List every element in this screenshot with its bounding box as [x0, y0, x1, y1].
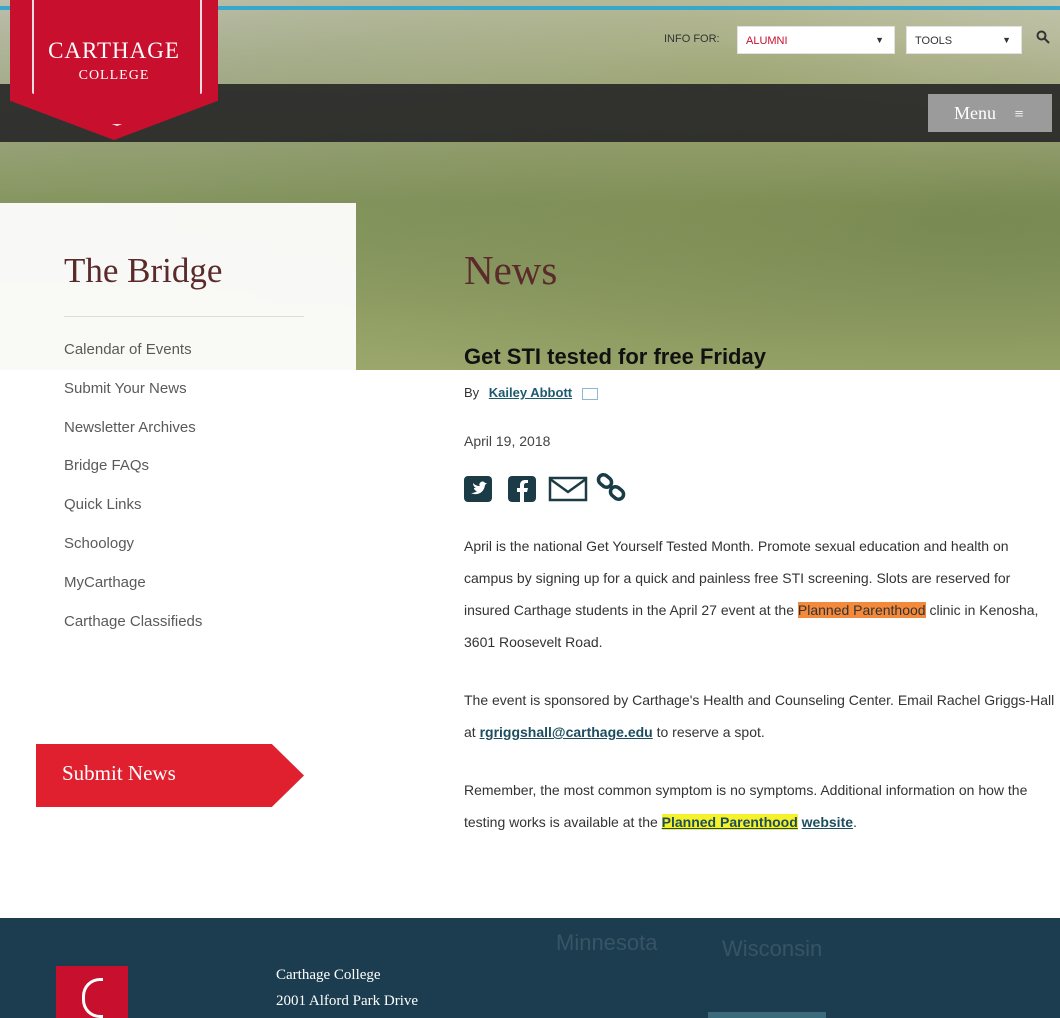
by-label: By — [464, 385, 480, 400]
paragraph-text: to reserve a spot. — [652, 724, 765, 740]
author-link[interactable]: Kailey Abbott — [489, 385, 572, 400]
caret-down-icon: ▼ — [875, 35, 884, 45]
highlighted-text: Planned Parenthood — [797, 602, 926, 618]
footer-address: Carthage College 2001 Alford Park Drive — [276, 962, 418, 1014]
email-link[interactable]: rgriggshall@carthage.edu — [480, 724, 653, 740]
footer-logo[interactable] — [56, 966, 128, 1018]
twitter-icon[interactable] — [462, 472, 496, 506]
audience-select-value: ALUMNI — [746, 35, 788, 47]
submit-news-button[interactable]: Submit News — [36, 744, 304, 807]
sidebar-nav: Calendar of Events Submit Your News News… — [64, 339, 202, 649]
footer: Minnesota Wisconsin Carthage College 200… — [0, 918, 1060, 1018]
info-for-label: INFO FOR: — [664, 33, 720, 45]
map-label-minnesota: Minnesota — [556, 930, 658, 955]
sidebar-title: The Bridge — [64, 251, 223, 290]
search-icon[interactable] — [1036, 30, 1050, 49]
sidebar-divider — [64, 316, 304, 317]
article-paragraph-3: Remember, the most common symptom is no … — [464, 774, 1060, 838]
sidebar-item-quick-links[interactable]: Quick Links — [64, 494, 202, 533]
paragraph-text: . — [853, 814, 857, 830]
sidebar-item-calendar[interactable]: Calendar of Events — [64, 339, 202, 378]
footer-college-name: Carthage College — [276, 967, 381, 983]
article-date: April 19, 2018 — [464, 433, 551, 449]
email-icon[interactable] — [548, 472, 588, 506]
footer-map-button[interactable] — [708, 1012, 826, 1018]
article-paragraph-1: April is the national Get Yourself Teste… — [464, 530, 1060, 658]
footer-street: 2001 Alford Park Drive — [276, 993, 419, 1009]
byline: By Kailey Abbott — [464, 385, 598, 400]
hamburger-icon: ≡ — [1014, 106, 1024, 123]
sidebar: The Bridge Calendar of Events Submit You… — [0, 203, 356, 798]
sidebar-item-newsletter-archives[interactable]: Newsletter Archives — [64, 417, 202, 456]
menu-button[interactable]: Menu ≡ — [928, 94, 1052, 132]
article-paragraph-2: The event is sponsored by Carthage's Hea… — [464, 684, 1060, 748]
website-link[interactable]: website — [802, 814, 853, 830]
menu-label: Menu — [954, 103, 996, 123]
facebook-icon[interactable] — [506, 472, 540, 506]
section-title: News — [464, 247, 558, 293]
tools-select[interactable]: TOOLS ▼ — [906, 26, 1022, 54]
planned-parenthood-link[interactable]: Planned Parenthood — [661, 814, 798, 830]
link-icon[interactable] — [596, 472, 630, 506]
caret-down-icon: ▼ — [1002, 35, 1011, 45]
article-title: Get STI tested for free Friday — [464, 344, 766, 369]
page: { "logo": { "title": "CARTHAGE", "subtit… — [0, 0, 1060, 1018]
logo-title: CARTHAGE — [48, 38, 180, 63]
sidebar-item-schoology[interactable]: Schoology — [64, 533, 202, 572]
logo-subtitle: COLLEGE — [78, 68, 150, 83]
author-email-icon[interactable] — [581, 387, 598, 400]
sidebar-item-bridge-faqs[interactable]: Bridge FAQs — [64, 455, 202, 494]
sidebar-item-classifieds[interactable]: Carthage Classifieds — [64, 611, 202, 650]
audience-select[interactable]: ALUMNI ▼ — [737, 26, 895, 54]
map-label-wisconsin: Wisconsin — [722, 936, 823, 961]
tools-select-value: TOOLS — [915, 35, 953, 47]
sidebar-item-mycarthage[interactable]: MyCarthage — [64, 572, 202, 611]
sidebar-item-submit-your-news[interactable]: Submit Your News — [64, 378, 202, 417]
